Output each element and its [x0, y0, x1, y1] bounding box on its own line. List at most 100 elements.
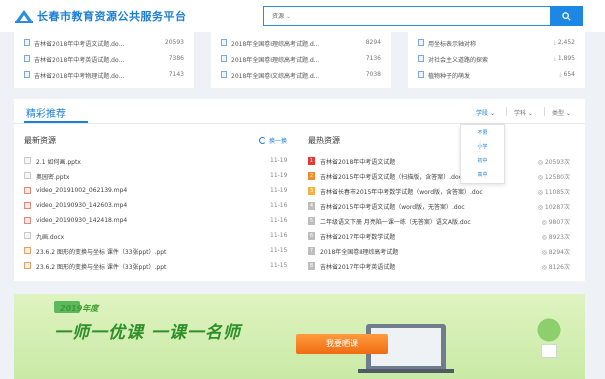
- list-item[interactable]: 4 吉林省2015年中考语文试题（word版，无答案）.doc ◎ 10287次: [308, 200, 570, 212]
- card-row[interactable]: 2018年全国卷Ⅰ理综高考试题.d... 8294: [211, 36, 391, 50]
- resource-name: 23.6.2 图形的变换与坐标 课件（33张ppt）.ppt: [36, 249, 167, 256]
- document-icon: [24, 157, 31, 164]
- resource-date: 11-16: [270, 232, 288, 239]
- card-row-count: 7386: [168, 55, 184, 62]
- resource-name: 吉林省2015年中考语文试题（word版，无答案）.doc: [320, 204, 465, 211]
- eye-icon: ◎: [537, 204, 545, 211]
- list-item[interactable]: 7 2018年全国卷Ⅱ理综高考试题 ◎ 8294次: [308, 245, 570, 257]
- card-row[interactable]: 2018年全国卷Ⅰ理综高考试题.d... 7136: [211, 52, 391, 66]
- rank-badge: 2: [308, 172, 315, 180]
- list-item[interactable]: 6 吉林省2017年中考数学试题 ◎ 8923次: [308, 230, 570, 242]
- card-row-count-value: 2,452: [557, 39, 575, 46]
- card-row[interactable]: 对社会主义道路的探索 ⤓ 1,895: [408, 52, 585, 66]
- search-bar[interactable]: 资源 ⌄: [263, 6, 583, 26]
- card-row-count: 7038: [365, 71, 381, 78]
- divider: [544, 107, 545, 116]
- list-item[interactable]: 奥园密.pptx 11-19: [24, 170, 292, 182]
- dropdown-option[interactable]: 初中: [461, 157, 504, 164]
- filter-type[interactable]: 类型 ⌄: [552, 108, 571, 117]
- list-item[interactable]: 3 吉林省长春市2015年中考数学试题（word版，含答案）.doc ◎ 11085…: [308, 185, 570, 197]
- eye-icon: ◎: [541, 219, 549, 226]
- banner-slogan: 一师一优课 一课一名师: [54, 323, 241, 343]
- document-icon: [24, 172, 31, 179]
- filter-stage[interactable]: 学段 ⌄: [476, 108, 495, 117]
- download-icon: ⤓: [553, 56, 556, 62]
- chevron-down-icon: ⌄: [565, 110, 571, 117]
- resource-name: 吉林省2017年中考英语试题: [320, 264, 396, 271]
- resource-name: 吉林省2017年中考数学试题: [320, 234, 396, 241]
- document-icon: [24, 55, 30, 62]
- resource-name: video_20191002_062139.mp4: [36, 187, 128, 194]
- list-item[interactable]: 九画.docx 11-16: [24, 230, 292, 242]
- list-item[interactable]: 5 二年级语文下册 月亮陷一课一练（无答案）语文A版.doc ◎ 9807次: [308, 215, 570, 227]
- list-item[interactable]: 23.6.2 图形的变换与坐标 课件（33张ppt）.ppt 11-15: [24, 260, 292, 272]
- card-row[interactable]: 2018年全国卷Ⅰ文综高考试题.d... 7038: [211, 68, 391, 82]
- list-item[interactable]: video_20190930_142603.mp4 11-16: [24, 200, 292, 212]
- laptop-base: [358, 369, 454, 373]
- search-scope-select[interactable]: 资源 ⌄: [272, 11, 291, 20]
- list-item[interactable]: 1 吉林省2018年中考语文试题 ◎ 20593次: [308, 155, 570, 167]
- promo-banner[interactable]: 2019年度 一师一优课 一课一名师 我要晒课: [14, 294, 585, 379]
- plant-pot: [541, 344, 557, 358]
- refresh-button[interactable]: 换一换: [259, 136, 287, 145]
- resource-date: 11-19: [270, 157, 288, 164]
- divider: [506, 107, 507, 116]
- card-row-count: ⤓ 1,895: [554, 55, 575, 62]
- chevron-down-icon: ⌄: [527, 110, 533, 117]
- view-count: ◎ 8923次: [542, 232, 570, 241]
- view-count-value: 8294次: [548, 249, 570, 256]
- card-row[interactable]: 吉林省2018年中考语文试题.do... 20593: [14, 36, 194, 50]
- search-button[interactable]: [550, 6, 583, 26]
- dropdown-option[interactable]: 高中: [461, 171, 504, 178]
- card-row-name: 吉林省2018年中考物理试题.do...: [34, 73, 125, 80]
- ppt-icon: [24, 247, 31, 254]
- resource-name: 吉林省长春市2015年中考数学试题（word版，含答案）.doc: [320, 189, 483, 196]
- list-item[interactable]: 8 吉林省2017年中考英语试题 ◎ 8126次: [308, 260, 570, 272]
- card-row-count: 7136: [365, 55, 381, 62]
- panel-title: 精彩推荐: [26, 109, 66, 120]
- filter-subject[interactable]: 学科 ⌄: [514, 108, 533, 117]
- chevron-down-icon: ⌄: [489, 110, 495, 117]
- card-row[interactable]: 植物种子的萌发 ⤓ 654: [408, 68, 585, 82]
- site-title[interactable]: 长春市教育资源公共服务平台: [37, 8, 187, 24]
- dropdown-option[interactable]: 小学: [461, 143, 504, 150]
- rank-badge: 5: [308, 217, 315, 225]
- list-item[interactable]: 2.1 如何画.pptx 11-19: [24, 155, 292, 167]
- top-header: 长春市教育资源公共服务平台 资源 ⌄: [0, 0, 605, 32]
- list-item[interactable]: 2 吉林省2015年中考语文试题（扫描版，含答案）.doc ◎ 12580次: [308, 170, 570, 182]
- resource-name: 二年级语文下册 月亮陷一课一练（无答案）语文A版.doc: [320, 219, 471, 226]
- resource-name: video_20190930_142603.mp4: [36, 202, 128, 209]
- share-lesson-button[interactable]: 我要晒课: [296, 334, 388, 354]
- filter-type-label: 类型: [552, 110, 565, 117]
- resource-date: 11-19: [270, 172, 288, 179]
- dropdown-option[interactable]: 不限: [461, 129, 504, 136]
- list-item[interactable]: video_20191002_062139.mp4 11-19: [24, 185, 292, 197]
- resource-name: 2.1 如何画.pptx: [36, 159, 81, 166]
- card-row-count: 7143: [168, 71, 184, 78]
- list-item[interactable]: video_20190930_142418.mp4 11-16: [24, 215, 292, 227]
- list-item[interactable]: 23.6.2 图形的变换与坐标 课件（33张ppt）.ppt 11-15: [24, 245, 292, 257]
- card-row-name: 吉林省2018年中考语文试题.do...: [34, 41, 125, 48]
- resource-name: video_20190930_142418.mp4: [36, 217, 128, 224]
- card-row-name: 2018年全国卷Ⅰ理综高考试题.d...: [231, 41, 320, 48]
- resource-name: 吉林省2015年中考语文试题（扫描版，含答案）.doc: [320, 174, 462, 181]
- card-row-name: 用坐标表示轴对称: [428, 41, 477, 48]
- card-row[interactable]: 吉林省2018年中考英语试题.do... 7386: [14, 52, 194, 66]
- view-count: ◎ 12580次: [538, 172, 570, 181]
- view-count-value: 8126次: [548, 264, 570, 271]
- card-row[interactable]: 用坐标表示轴对称 ⤓ 2,452: [408, 36, 585, 50]
- card-row[interactable]: 吉林省2018年中考物理试题.do... 7143: [14, 68, 194, 82]
- view-count: ◎ 11085次: [538, 187, 570, 196]
- resource-name: 吉林省2018年中考语文试题: [320, 159, 396, 166]
- latest-resources-title: 最新资源: [24, 136, 56, 145]
- card-row-name: 对社会主义道路的探索: [428, 57, 489, 64]
- eye-icon: ◎: [537, 159, 545, 166]
- view-count: ◎ 9807次: [542, 217, 570, 226]
- card-row-count: ⤓ 654: [559, 71, 575, 78]
- banner-year: 2019年度: [60, 304, 99, 313]
- video-icon: [24, 202, 31, 209]
- view-count: ◎ 20593次: [538, 157, 570, 166]
- rank-badge: 4: [308, 202, 315, 210]
- document-icon: [221, 55, 227, 62]
- download-icon: ⤓: [559, 72, 562, 78]
